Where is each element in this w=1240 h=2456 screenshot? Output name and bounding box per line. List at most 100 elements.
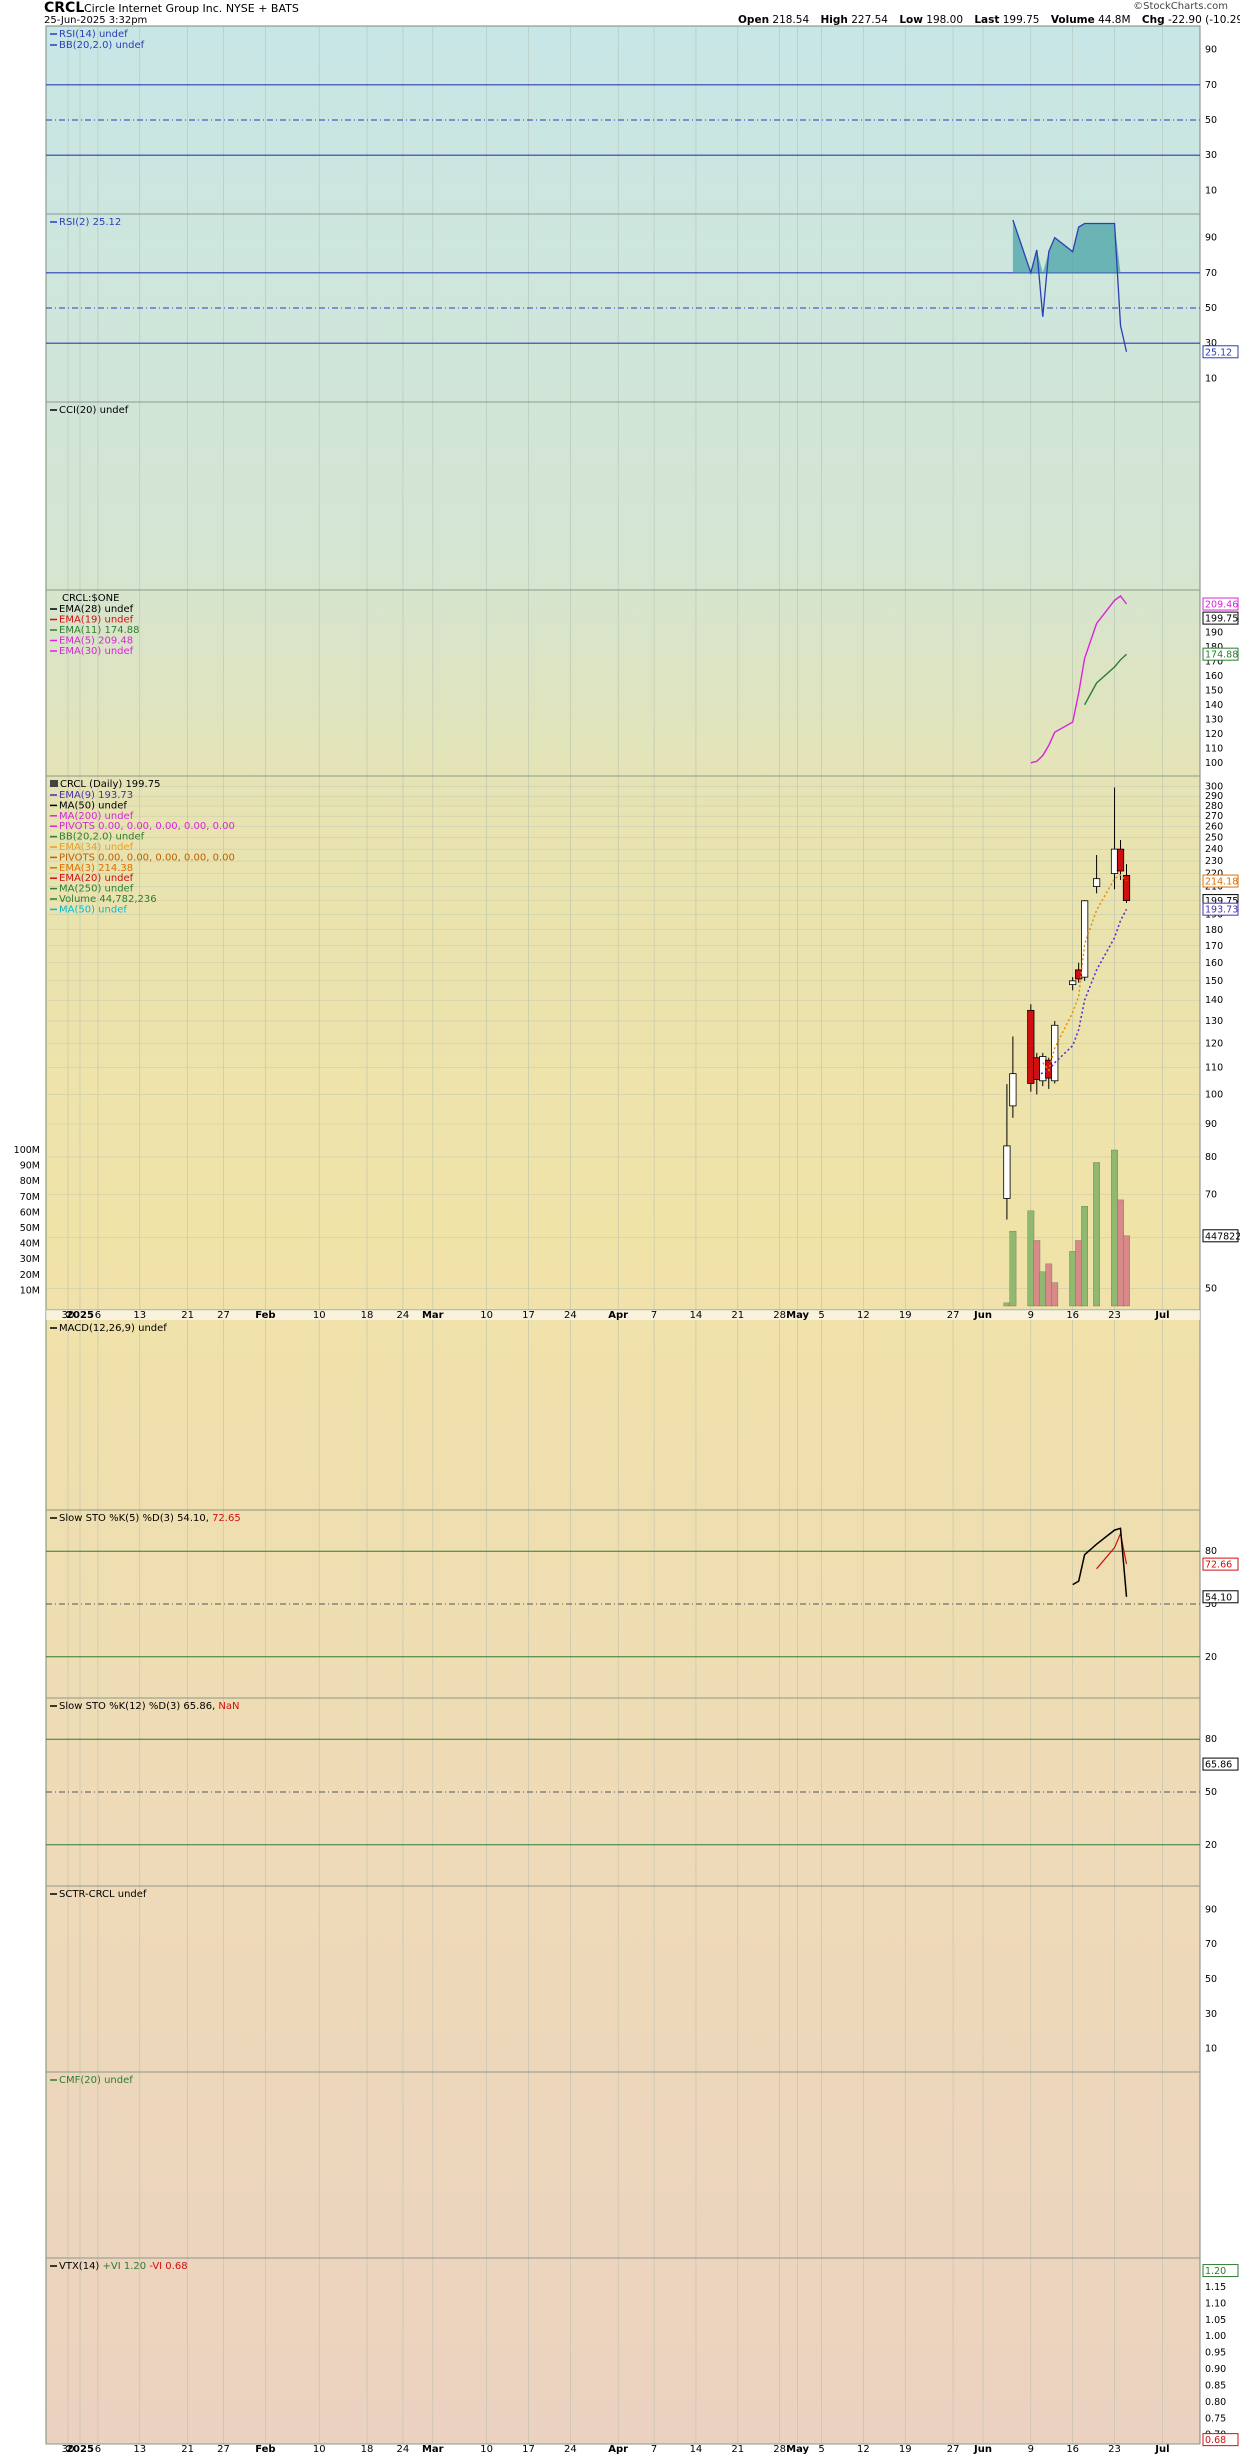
x-tick-label: 16 xyxy=(1066,2444,1079,2455)
volume-bar xyxy=(1009,1230,1017,1307)
x-tick-label: 24 xyxy=(397,1310,410,1321)
y-tick-label: 90 xyxy=(1205,1119,1217,1130)
value-tag-label: 0.68 xyxy=(1205,2435,1226,2446)
x-tick-label: May xyxy=(786,2444,809,2455)
value-tag-label: 65.86 xyxy=(1205,1760,1232,1771)
y-tick-label: 80 xyxy=(1205,1734,1217,1745)
legend-label: MA(200) undef xyxy=(59,811,134,822)
y-tick-label: 90 xyxy=(1205,233,1217,244)
y-tick-label: 100 xyxy=(1205,1089,1223,1100)
legend-label: PIVOTS 0.00, 0.00, 0.00, 0.00, 0.00 xyxy=(59,852,235,863)
x-tick-label: Mar xyxy=(422,1310,444,1321)
y-tick-label: 70 xyxy=(1205,1939,1217,1950)
x-tick-label: Jul xyxy=(1154,2444,1169,2455)
y-tick-label: 30 xyxy=(1205,150,1217,161)
volume-bar xyxy=(1039,1271,1047,1307)
candle-body xyxy=(1009,1073,1017,1107)
value-tag-label: 25.12 xyxy=(1205,347,1232,358)
x-tick-label: 5 xyxy=(818,1310,824,1321)
y-tick-label: 10 xyxy=(1205,373,1217,384)
volume-bar xyxy=(1123,1235,1130,1307)
legend-label: EMA(19) undef xyxy=(59,615,134,626)
y-tick-label: 0.95 xyxy=(1205,2348,1226,2359)
legend-label: MA(250) undef xyxy=(59,884,134,895)
y-tick-label: 150 xyxy=(1205,976,1223,987)
volume-tick-label: 100M xyxy=(14,1145,40,1156)
volume-bar xyxy=(1033,1240,1041,1307)
sto5-k-value: 54.10, xyxy=(177,1513,212,1524)
sto5-d-value: 72.65 xyxy=(212,1513,241,1524)
x-tick-label: 21 xyxy=(731,2444,744,2455)
volume-bar xyxy=(1117,1199,1124,1307)
x-tick-label: 6 xyxy=(95,1310,101,1321)
x-tick-label: 21 xyxy=(181,1310,194,1321)
y-tick-label: 80 xyxy=(1205,1546,1217,1557)
legend-label: EMA(9) 193.73 xyxy=(59,790,133,801)
y-tick-label: 90 xyxy=(1205,1904,1217,1915)
candle-body xyxy=(1027,1009,1035,1084)
x-tick-label: 27 xyxy=(217,2444,230,2455)
x-tick-label: Feb xyxy=(255,2444,275,2455)
legend-label: MA(50) undef xyxy=(59,800,127,811)
y-tick-label: 50 xyxy=(1205,115,1217,126)
candle-body xyxy=(1110,848,1119,874)
y-tick-label: 50 xyxy=(1205,1787,1217,1798)
volume-tick-label: 30M xyxy=(20,1254,40,1265)
x-tick-label: 9 xyxy=(1028,2444,1034,2455)
vtx-minus-value: -VI 0.68 xyxy=(149,2261,187,2272)
y-tick-label: 1.05 xyxy=(1205,2315,1226,2326)
y-tick-label: 10 xyxy=(1205,2044,1217,2055)
x-tick-label: 13 xyxy=(133,1310,146,1321)
value-tag-label: 44782236 xyxy=(1205,1231,1240,1242)
legend-label: EMA(11) 174.88 xyxy=(59,625,139,636)
vtx-title-text: VTX(14) xyxy=(59,2261,103,2272)
x-tick-label: 5 xyxy=(818,2444,824,2455)
y-tick-label: 150 xyxy=(1205,685,1223,696)
x-tick-label: 17 xyxy=(522,1310,535,1321)
y-tick-label: 20 xyxy=(1205,1652,1217,1663)
value-tag-label: 214.18 xyxy=(1205,877,1238,888)
legend-label: EMA(30) undef xyxy=(59,646,134,657)
x-tick-label: 28 xyxy=(773,2444,786,2455)
volume-tick-label: 40M xyxy=(20,1239,40,1250)
x-tick-label: 24 xyxy=(564,1310,577,1321)
y-tick-label: 270 xyxy=(1205,811,1223,822)
y-tick-label: 1.10 xyxy=(1205,2298,1226,2309)
y-tick-label: 20 xyxy=(1205,1840,1217,1851)
sto12-title-text: Slow STO %K(12) %D(3) xyxy=(59,1701,183,1712)
legend-label: EMA(20) undef xyxy=(59,873,134,884)
volume-bar xyxy=(1051,1282,1059,1307)
x-tick-label: 13 xyxy=(133,2444,146,2455)
legend-label: EMA(28) undef xyxy=(59,604,134,615)
y-tick-label: 160 xyxy=(1205,958,1223,969)
y-tick-label: 140 xyxy=(1205,995,1223,1006)
candle-body xyxy=(1069,980,1077,986)
legend-label: Volume 44,782,236 xyxy=(59,894,157,905)
y-tick-label: 30 xyxy=(1205,2009,1217,2020)
y-tick-label: 120 xyxy=(1205,729,1223,740)
volume-tick-label: 70M xyxy=(20,1192,40,1203)
legend-label: BB(20,2.0) undef xyxy=(59,832,145,843)
vtx-plus-value: +VI 1.20 xyxy=(103,2261,150,2272)
volume-tick-label: 10M xyxy=(20,1285,40,1296)
x-tick-label: Jun xyxy=(973,2444,992,2455)
volume-tick-label: 80M xyxy=(20,1176,40,1187)
y-tick-label: 0.80 xyxy=(1205,2397,1226,2408)
value-tag-label: 72.66 xyxy=(1205,1560,1232,1571)
x-tick-label: 28 xyxy=(773,1310,786,1321)
y-tick-label: 110 xyxy=(1205,1063,1223,1074)
candle-body xyxy=(1122,874,1131,901)
y-tick-label: 180 xyxy=(1205,925,1223,936)
volume-tick-label: 60M xyxy=(20,1207,40,1218)
x-tick-label: 27 xyxy=(947,1310,960,1321)
y-tick-label: 70 xyxy=(1205,268,1217,279)
x-tick-label: 17 xyxy=(522,2444,535,2455)
sto5-title-text: Slow STO %K(5) %D(3) xyxy=(59,1513,177,1524)
stock-chart[interactable]: 302025 6 13 21 27 Feb 10 18 24 Mar 10 17 24 Apr 7 14 21 2… xyxy=(0,0,1240,2456)
x-tick-label: 19 xyxy=(899,1310,912,1321)
y-tick-label: 0.90 xyxy=(1205,2364,1226,2375)
sto5-title: Slow STO %K(5) %D(3) 54.10, 72.65 xyxy=(59,1513,241,1524)
value-tag-label: 193.73 xyxy=(1205,905,1238,916)
legend-label: EMA(34) undef xyxy=(59,842,134,853)
y-tick-label: 50 xyxy=(1205,303,1217,314)
